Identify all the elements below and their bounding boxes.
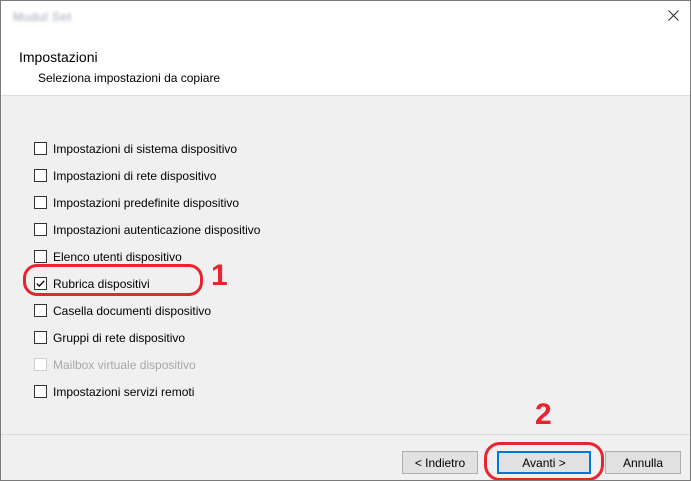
option-system-settings[interactable]: Impostazioni di sistema dispositivo <box>34 135 434 162</box>
option-label: Mailbox virtuale dispositivo <box>53 357 196 372</box>
wizard-header: Impostazioni Seleziona impostazioni da c… <box>1 33 690 96</box>
checkbox-disabled <box>34 358 47 371</box>
option-label: Elenco utenti dispositivo <box>53 249 182 264</box>
option-remote-services[interactable]: Impostazioni servizi remoti <box>34 378 434 405</box>
option-label: Impostazioni servizi remoti <box>53 384 195 399</box>
step-marker-2: 2 <box>535 398 552 431</box>
window-title: Mudul Set <box>13 10 72 24</box>
annotation-highlight-step-1 <box>23 264 203 296</box>
title-bar: Mudul Set <box>1 1 690 33</box>
option-label: Impostazioni di rete dispositivo <box>53 168 217 183</box>
option-default-settings[interactable]: Impostazioni predefinite dispositivo <box>34 189 434 216</box>
option-virtual-mailbox: Mailbox virtuale dispositivo <box>34 351 434 378</box>
option-label: Impostazioni predefinite dispositivo <box>53 195 240 210</box>
close-button[interactable] <box>656 1 690 33</box>
checkbox[interactable] <box>34 304 47 317</box>
option-label: Gruppi di rete dispositivo <box>53 330 186 345</box>
close-icon <box>667 10 679 24</box>
annotation-highlight-step-2 <box>484 442 604 480</box>
checkbox[interactable] <box>34 196 47 209</box>
page-subtitle: Seleziona impostazioni da copiare <box>38 71 221 85</box>
option-network-settings[interactable]: Impostazioni di rete dispositivo <box>34 162 434 189</box>
page-title: Impostazioni <box>19 49 98 65</box>
checkbox[interactable] <box>34 250 47 263</box>
dialog-window: Mudul Set Impostazioni Seleziona imposta… <box>0 0 691 481</box>
step-marker-1: 1 <box>211 259 228 292</box>
checkbox[interactable] <box>34 331 47 344</box>
checkbox[interactable] <box>34 223 47 236</box>
cancel-button[interactable]: Annulla <box>605 451 681 474</box>
checkbox[interactable] <box>34 142 47 155</box>
option-document-box[interactable]: Casella documenti dispositivo <box>34 297 434 324</box>
option-network-groups[interactable]: Gruppi di rete dispositivo <box>34 324 434 351</box>
option-label: Casella documenti dispositivo <box>53 303 212 318</box>
option-label: Impostazioni di sistema dispositivo <box>53 141 238 156</box>
option-label: Impostazioni autenticazione dispositivo <box>53 222 261 237</box>
back-button[interactable]: < Indietro <box>402 451 478 474</box>
checkbox[interactable] <box>34 169 47 182</box>
option-authentication-settings[interactable]: Impostazioni autenticazione dispositivo <box>34 216 434 243</box>
checkbox[interactable] <box>34 385 47 398</box>
